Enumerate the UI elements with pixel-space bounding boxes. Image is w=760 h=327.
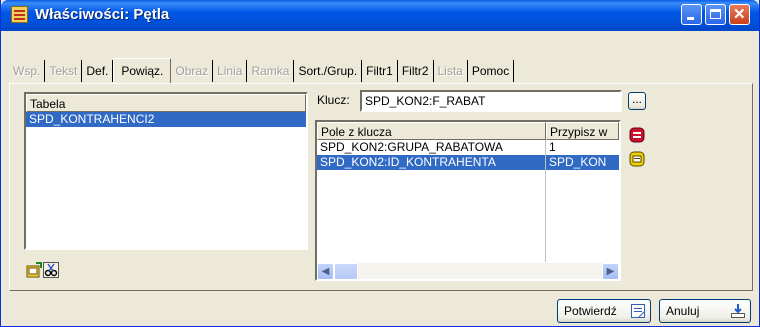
- app-icon: [11, 6, 28, 23]
- tab-linia[interactable]: Linia: [213, 60, 248, 82]
- horizontal-scrollbar[interactable]: ◀ ▶: [317, 262, 619, 279]
- key-label: Klucz:: [317, 93, 350, 107]
- confirm-icon: [630, 303, 646, 326]
- cancel-label: Anuluj: [666, 304, 700, 318]
- scroll-thumb[interactable]: [334, 263, 358, 279]
- tab-filtr1[interactable]: Filtr1: [362, 60, 398, 82]
- tab-lista[interactable]: Lista: [434, 60, 468, 82]
- tab-tekst[interactable]: Tekst: [45, 60, 83, 82]
- tab-strip: Wsp. Tekst Def. Powiąz. Obraz Linia Ramk…: [9, 58, 515, 83]
- key-input[interactable]: SPD_KON2:F_RABAT: [360, 90, 622, 112]
- tab-panel: Tabela SPD_KONTRAHENCI2 Klucz: SPD_KON2:…: [9, 83, 753, 291]
- table-row-cell[interactable]: 1: [546, 140, 619, 155]
- tables-column-header[interactable]: Tabela: [26, 94, 306, 112]
- assign-column-header[interactable]: Przypisz w: [546, 122, 619, 140]
- key-fields-grid[interactable]: Pole z klucza Przypisz w SPD_KON2:GRUPA_…: [315, 120, 621, 281]
- maximize-button[interactable]: [705, 4, 726, 25]
- tab-obraz[interactable]: Obraz: [171, 60, 214, 82]
- tab-wsp[interactable]: Wsp.: [9, 60, 46, 82]
- cancel-icon: [730, 303, 746, 326]
- scroll-right-icon[interactable]: ▶: [602, 263, 619, 279]
- tab-def[interactable]: Def.: [82, 60, 114, 82]
- tab-filtr2[interactable]: Filtr2: [398, 60, 434, 82]
- table-row-cell-selected[interactable]: SPD_KON: [546, 155, 619, 170]
- add-table-icon[interactable]: [26, 262, 42, 278]
- add-key-icon[interactable]: [629, 151, 645, 167]
- tables-list[interactable]: Tabela SPD_KONTRAHENCI2: [24, 92, 308, 250]
- close-button[interactable]: [729, 4, 750, 25]
- properties-window: Właściwości: Pętla Wsp. Tekst Def. Powią…: [0, 0, 760, 327]
- table-row-cell-selected[interactable]: SPD_KON2:ID_KONTRAHENTA: [317, 155, 545, 170]
- table-row-cell[interactable]: SPD_KON2:GRUPA_RABATOWA: [317, 140, 545, 155]
- scroll-left-icon[interactable]: ◀: [317, 263, 334, 279]
- cancel-button[interactable]: Anuluj: [659, 299, 751, 323]
- tab-ramka[interactable]: Ramka: [247, 60, 295, 82]
- confirm-button[interactable]: Potwierdź: [557, 299, 651, 323]
- key-field-column-header[interactable]: Pole z klucza: [317, 122, 546, 140]
- confirm-label: Potwierdź: [564, 304, 617, 318]
- tab-powiaz[interactable]: Powiąz.: [113, 58, 172, 83]
- minimize-button[interactable]: [681, 4, 702, 25]
- window-title: Właściwości: Pętla: [35, 6, 170, 23]
- title-bar[interactable]: Właściwości: Pętla: [1, 0, 759, 31]
- tab-pomoc[interactable]: Pomoc: [468, 60, 515, 82]
- tab-sort-grup[interactable]: Sort./Grup.: [294, 60, 363, 82]
- key-browse-button[interactable]: ...: [628, 92, 646, 110]
- scissors-icon[interactable]: [43, 262, 59, 278]
- list-item[interactable]: SPD_KONTRAHENCI2: [26, 112, 306, 127]
- remove-key-icon[interactable]: [629, 127, 645, 143]
